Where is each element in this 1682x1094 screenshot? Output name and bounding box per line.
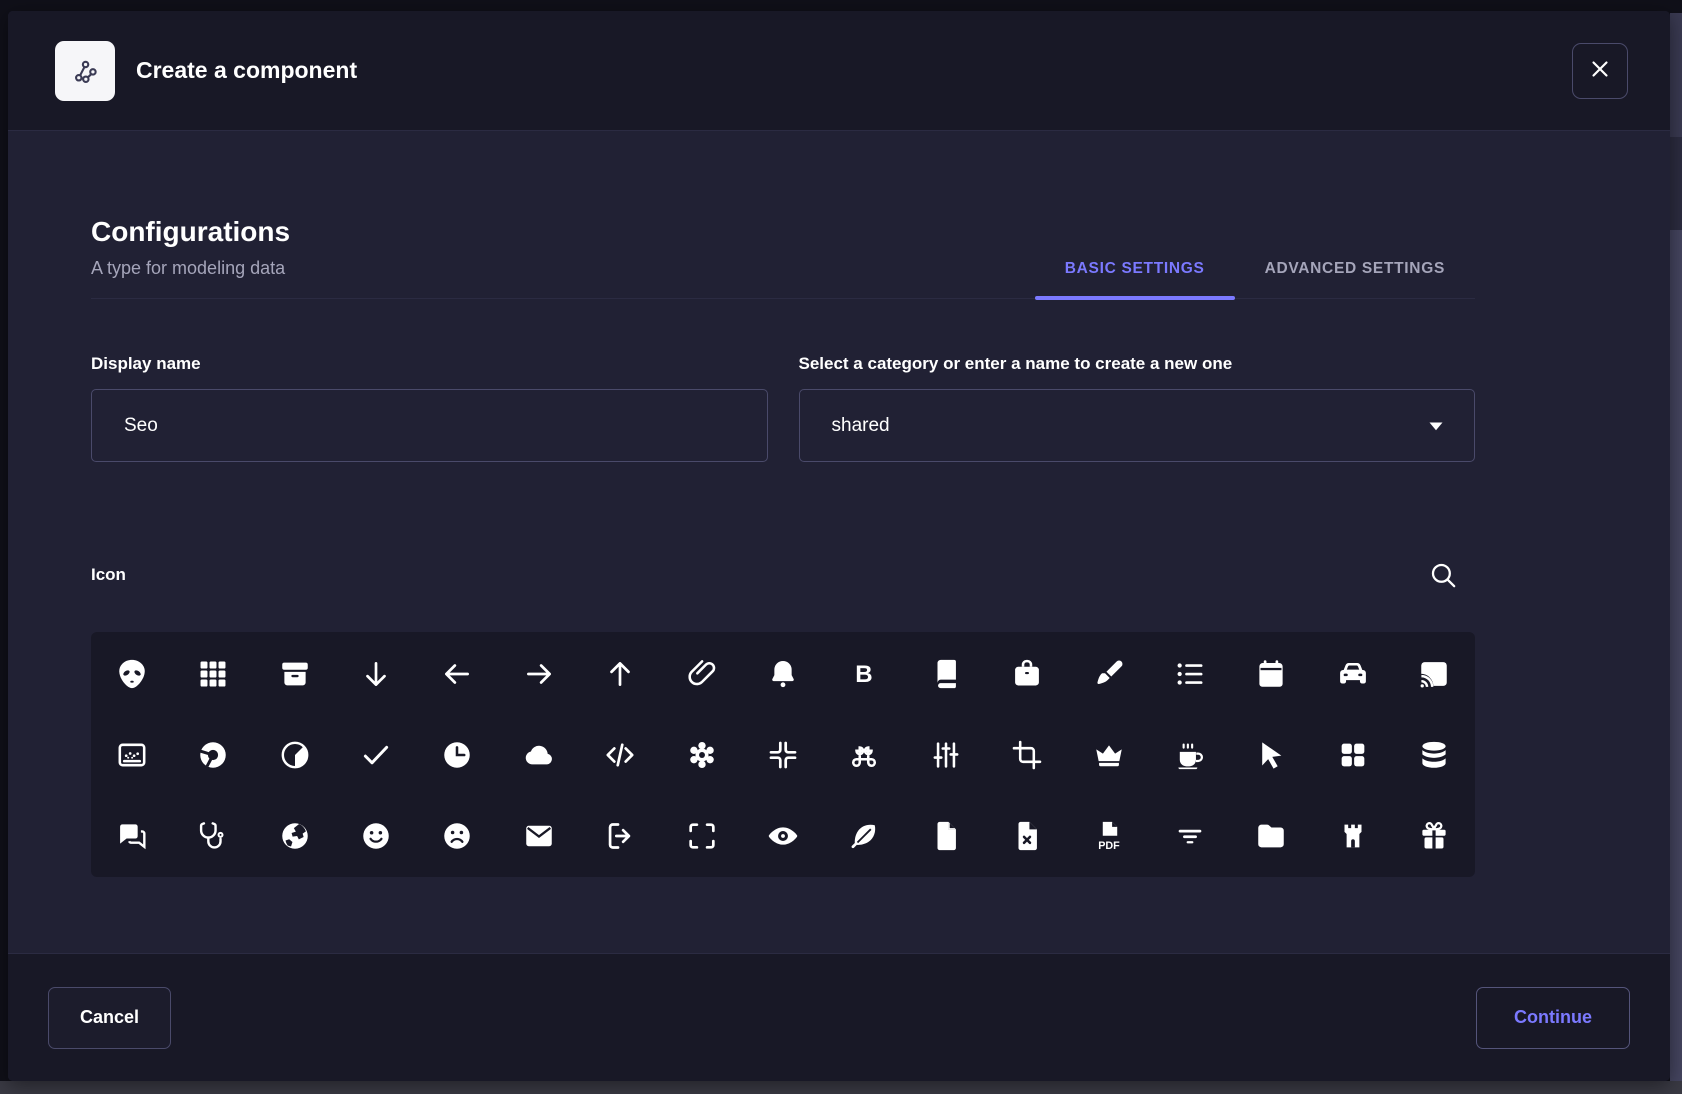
modal-body: Configurations A type for modeling data …: [8, 131, 1670, 953]
gift-icon[interactable]: [1394, 795, 1475, 876]
display-name-field: Display name: [91, 354, 768, 462]
component-icon: [55, 41, 115, 101]
database-icon[interactable]: [1394, 714, 1475, 795]
bullet-list-icon[interactable]: [1149, 633, 1230, 714]
heading-and-tabs-row: Configurations A type for modeling data …: [91, 216, 1475, 299]
create-component-modal: Create a component Configurations A type…: [8, 11, 1670, 1081]
icon-search-button[interactable]: [1427, 558, 1461, 592]
close-button[interactable]: [1572, 43, 1628, 99]
cog-icon[interactable]: [661, 714, 742, 795]
modal-header: Create a component: [8, 11, 1670, 131]
feather-icon[interactable]: [824, 795, 905, 876]
car-icon[interactable]: [1312, 633, 1393, 714]
display-name-input[interactable]: [91, 389, 768, 462]
arrow-up-icon[interactable]: [579, 633, 660, 714]
attachment-icon[interactable]: [661, 633, 742, 714]
cloud-icon[interactable]: [498, 714, 579, 795]
chart-pie-icon[interactable]: [254, 714, 335, 795]
continue-button[interactable]: Continue: [1476, 987, 1630, 1049]
expand-icon[interactable]: [661, 795, 742, 876]
backdrop-right-segment: [1670, 13, 1682, 137]
file-error-icon[interactable]: [987, 795, 1068, 876]
fort-icon[interactable]: [1312, 795, 1393, 876]
command-icon[interactable]: [824, 714, 905, 795]
cast-icon[interactable]: [1394, 633, 1475, 714]
caret-down-icon: [1424, 414, 1448, 438]
arrow-right-icon[interactable]: [498, 633, 579, 714]
svg-text:PDF: PDF: [1098, 840, 1120, 852]
form-row: Display name Select a category or enter …: [91, 354, 1475, 462]
folder-icon[interactable]: [1231, 795, 1312, 876]
settings-tabs: BASIC SETTINGS ADVANCED SETTINGS: [1035, 240, 1475, 298]
modal-footer: Cancel Continue: [8, 953, 1670, 1081]
archive-icon[interactable]: [254, 633, 335, 714]
chart-bubble-icon[interactable]: [91, 714, 172, 795]
doctor-icon[interactable]: [172, 795, 253, 876]
arrow-left-icon[interactable]: [417, 633, 498, 714]
briefcase-icon[interactable]: [987, 633, 1068, 714]
category-select[interactable]: shared: [799, 389, 1476, 462]
page-subtitle: A type for modeling data: [91, 258, 290, 279]
svg-text:B: B: [856, 660, 873, 687]
headings: Configurations A type for modeling data: [91, 216, 290, 298]
apps-icon[interactable]: [172, 633, 253, 714]
search-icon: [1427, 559, 1461, 591]
eye-icon[interactable]: [742, 795, 823, 876]
cancel-button[interactable]: Cancel: [48, 987, 171, 1049]
modal-title: Create a component: [136, 57, 1572, 84]
book-icon[interactable]: [905, 633, 986, 714]
tab-basic-settings[interactable]: BASIC SETTINGS: [1035, 240, 1235, 298]
console-icon[interactable]: [905, 714, 986, 795]
page-background: Create a component Configurations A type…: [0, 0, 1682, 1094]
code-icon[interactable]: [579, 714, 660, 795]
cup-icon[interactable]: [1149, 714, 1230, 795]
brush-icon[interactable]: [1068, 633, 1149, 714]
collapse-icon[interactable]: [742, 714, 823, 795]
earth-icon[interactable]: [254, 795, 335, 876]
filter-icon[interactable]: [1149, 795, 1230, 876]
arrow-down-icon[interactable]: [335, 633, 416, 714]
tab-advanced-settings[interactable]: ADVANCED SETTINGS: [1235, 240, 1475, 298]
dashboard-icon[interactable]: [1312, 714, 1393, 795]
close-icon: [1587, 56, 1613, 85]
cursor-icon[interactable]: [1231, 714, 1312, 795]
file-icon[interactable]: [905, 795, 986, 876]
backdrop-right-segment: [1670, 137, 1682, 230]
bell-icon[interactable]: [742, 633, 823, 714]
emotion-happy-icon[interactable]: [335, 795, 416, 876]
category-field: Select a category or enter a name to cre…: [799, 354, 1476, 462]
icon-picker-label: Icon: [91, 565, 126, 585]
icon-grid: B PDF: [91, 633, 1475, 876]
chart-circle-icon[interactable]: [172, 714, 253, 795]
alien-icon[interactable]: [91, 633, 172, 714]
category-select-value: shared: [832, 415, 890, 437]
icon-picker-panel: B PDF: [91, 632, 1475, 877]
page-title: Configurations: [91, 216, 290, 248]
exit-icon[interactable]: [579, 795, 660, 876]
display-name-label: Display name: [91, 354, 768, 374]
bold-icon[interactable]: B: [824, 633, 905, 714]
envelop-icon[interactable]: [498, 795, 579, 876]
category-label: Select a category or enter a name to cre…: [799, 354, 1476, 374]
backdrop-bottom-segment: [0, 1081, 1682, 1094]
crown-icon[interactable]: [1068, 714, 1149, 795]
clock-icon[interactable]: [417, 714, 498, 795]
check-icon[interactable]: [335, 714, 416, 795]
crop-icon[interactable]: [987, 714, 1068, 795]
icon-picker-header: Icon: [91, 558, 1475, 592]
file-pdf-icon[interactable]: PDF: [1068, 795, 1149, 876]
emotion-unhappy-icon[interactable]: [417, 795, 498, 876]
backdrop-right-segment: [1670, 230, 1682, 1081]
discuss-icon[interactable]: [91, 795, 172, 876]
calendar-icon[interactable]: [1231, 633, 1312, 714]
